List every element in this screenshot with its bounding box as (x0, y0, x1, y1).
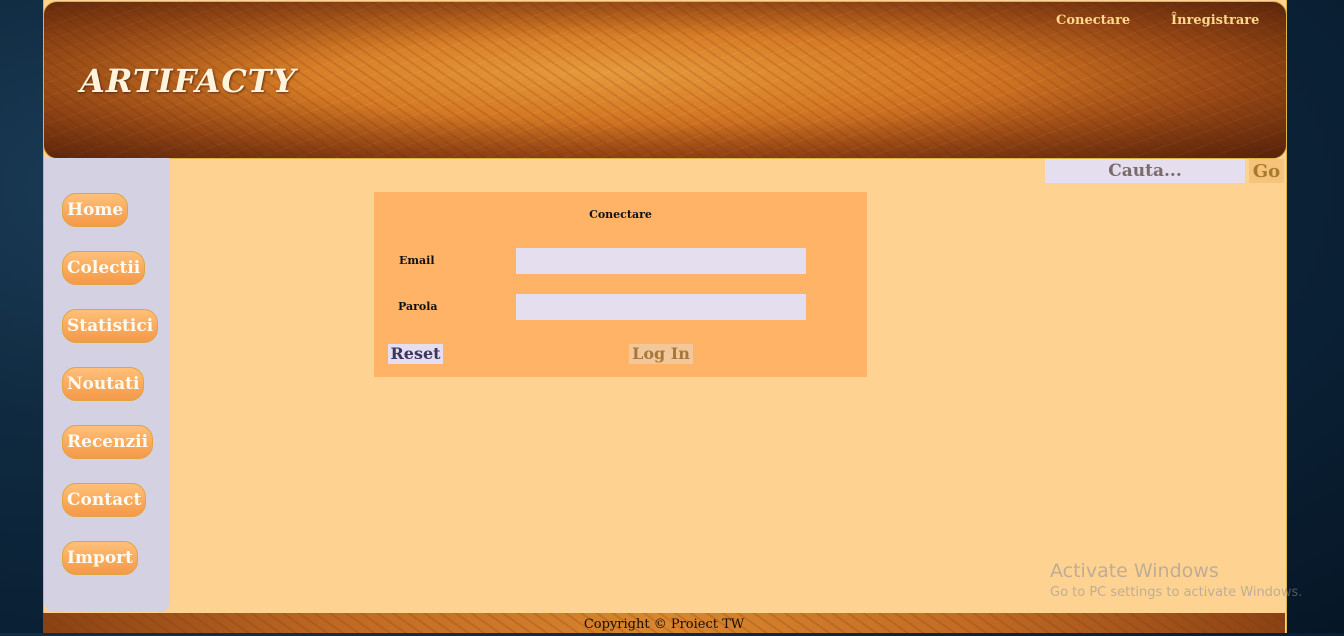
reset-button[interactable]: Reset (388, 344, 443, 364)
password-label: Parola (398, 300, 438, 313)
sidebar-item-contact[interactable]: Contact (62, 483, 147, 517)
sidebar-nav: Home Colectii Statistici Noutati Recenzi… (44, 158, 170, 612)
search-go-button[interactable]: Go (1249, 159, 1284, 183)
sidebar-item-colectii[interactable]: Colectii (62, 251, 146, 285)
login-button[interactable]: Log In (629, 344, 693, 364)
login-form: Conectare Email Parola Reset Log In (374, 192, 867, 377)
header-banner: ARTIFACTY Conectare Înregistrare (43, 1, 1287, 159)
activate-windows-subtitle: Go to PC settings to activate Windows. (1050, 585, 1303, 600)
site-logo[interactable]: ARTIFACTY (80, 62, 296, 100)
footer: Copyright © Proiect TW (43, 613, 1285, 633)
email-label: Email (399, 254, 435, 267)
sidebar-item-recenzii[interactable]: Recenzii (62, 425, 154, 459)
register-link[interactable]: Înregistrare (1171, 13, 1259, 28)
login-form-title: Conectare (589, 208, 652, 221)
sidebar-item-import[interactable]: Import (62, 541, 138, 575)
sidebar-item-statistici[interactable]: Statistici (62, 309, 159, 343)
search-input[interactable] (1045, 159, 1245, 183)
password-field[interactable] (516, 294, 806, 320)
sidebar-item-noutati[interactable]: Noutati (62, 367, 145, 401)
copyright-text: Copyright © Proiect TW (583, 617, 745, 632)
login-link[interactable]: Conectare (1056, 13, 1130, 28)
email-field[interactable] (516, 248, 806, 274)
activate-windows-title: Activate Windows (1050, 560, 1219, 582)
sidebar-item-home[interactable]: Home (62, 193, 129, 227)
